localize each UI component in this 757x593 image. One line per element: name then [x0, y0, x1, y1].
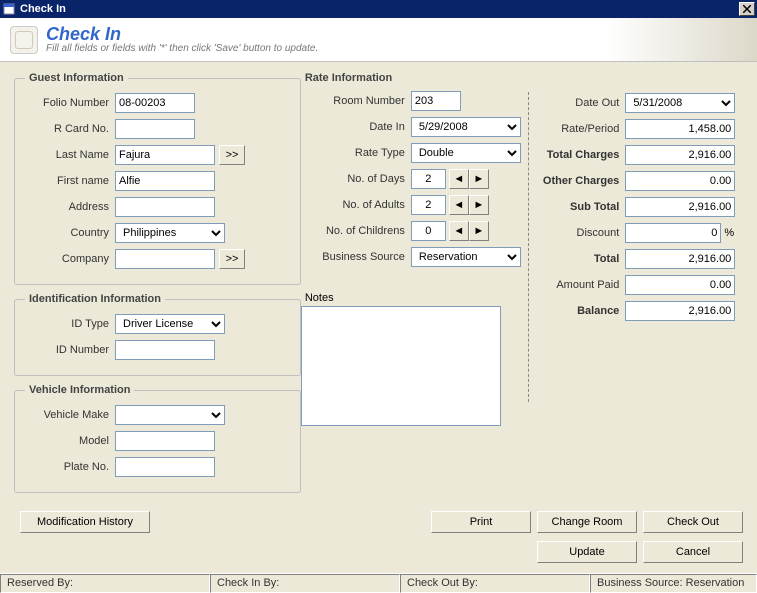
vmake-label: Vehicle Make — [25, 409, 115, 421]
total-input[interactable] — [625, 249, 735, 269]
total-label: Total — [535, 253, 625, 265]
balance-label: Balance — [535, 305, 625, 317]
dateout-select[interactable]: 5/31/2008 — [625, 93, 735, 113]
totalcharges-label: Total Charges — [535, 149, 625, 161]
change-room-button[interactable]: Change Room — [537, 511, 637, 533]
status-reserved-by: Reserved By: — [0, 574, 210, 593]
guest-info-group: Guest Information Folio Number R Card No… — [14, 72, 301, 285]
idnumber-label: ID Number — [25, 344, 115, 356]
update-button[interactable]: Update — [537, 541, 637, 563]
dateout-label: Date Out — [535, 97, 625, 109]
lastname-label: Last Name — [25, 149, 115, 161]
vehicle-info-group: Vehicle Information Vehicle Make Model P… — [14, 384, 301, 493]
address-input[interactable] — [115, 197, 215, 217]
ratetype-label: Rate Type — [301, 147, 411, 159]
datein-label: Date In — [301, 121, 411, 133]
close-icon — [743, 5, 751, 13]
subtotal-label: Sub Total — [535, 201, 625, 213]
amountpaid-input[interactable] — [625, 275, 735, 295]
balance-input[interactable] — [625, 301, 735, 321]
status-bar: Reserved By: Check In By: Check Out By: … — [0, 573, 757, 593]
idtype-select[interactable]: Driver License — [115, 314, 225, 334]
rateperiod-input[interactable] — [625, 119, 735, 139]
vmake-select[interactable] — [115, 405, 225, 425]
percent-symbol: % — [724, 227, 734, 239]
days-input[interactable] — [411, 169, 446, 189]
company-label: Company — [25, 253, 115, 265]
children-inc-button[interactable]: ► — [469, 221, 489, 241]
window-titlebar: Check In — [0, 0, 757, 18]
company-lookup-button[interactable]: >> — [219, 249, 245, 269]
days-dec-button[interactable]: ◄ — [449, 169, 469, 189]
main-content: Guest Information Folio Number R Card No… — [0, 62, 757, 505]
model-input[interactable] — [115, 431, 215, 451]
ratetype-select[interactable]: Double — [411, 143, 521, 163]
status-checkout-by: Check Out By: — [400, 574, 590, 593]
discount-input[interactable] — [625, 223, 721, 243]
page-title: Check In — [46, 25, 318, 43]
country-label: Country — [25, 227, 115, 239]
amountpaid-link[interactable]: Amount Paid — [535, 279, 625, 291]
cancel-button[interactable]: Cancel — [643, 541, 743, 563]
room-label: Room Number — [301, 95, 411, 107]
ident-info-group: Identification Information ID Type Drive… — [14, 293, 301, 376]
adults-inc-button[interactable]: ► — [469, 195, 489, 215]
room-input[interactable] — [411, 91, 461, 111]
firstname-label: First name — [25, 175, 115, 187]
bsource-label: Business Source — [301, 251, 411, 263]
header-logo-icon — [10, 26, 38, 54]
model-label: Model — [25, 435, 115, 447]
guest-info-legend: Guest Information — [25, 72, 128, 84]
check-out-button[interactable]: Check Out — [643, 511, 743, 533]
idtype-label: ID Type — [25, 318, 115, 330]
modification-history-button[interactable]: Modification History — [20, 511, 150, 533]
adults-dec-button[interactable]: ◄ — [449, 195, 469, 215]
plate-label: Plate No. — [25, 461, 115, 473]
folio-input[interactable] — [115, 93, 195, 113]
rcard-input[interactable] — [115, 119, 195, 139]
datein-select[interactable]: 5/29/2008 — [411, 117, 521, 137]
bottom-bar-1: Modification History Print Change Room C… — [0, 505, 757, 541]
page-subtitle: Fill all fields or fields with '*' then … — [46, 43, 318, 54]
rate-info-legend: Rate Information — [305, 72, 528, 84]
adults-label: No. of Adults — [301, 199, 411, 211]
children-input[interactable] — [411, 221, 446, 241]
header-banner: Check In Fill all fields or fields with … — [0, 18, 757, 62]
subtotal-input[interactable] — [625, 197, 735, 217]
rateperiod-link[interactable]: Rate/Period — [535, 123, 625, 135]
totalcharges-input[interactable] — [625, 145, 735, 165]
app-icon — [2, 2, 16, 16]
bsource-select[interactable]: Reservation — [411, 247, 521, 267]
window-title: Check In — [20, 3, 66, 15]
othercharges-link[interactable]: Other Charges — [535, 175, 625, 187]
children-dec-button[interactable]: ◄ — [449, 221, 469, 241]
vehicle-info-legend: Vehicle Information — [25, 384, 134, 396]
status-business-source: Business Source: Reservation — [590, 574, 757, 593]
lastname-input[interactable] — [115, 145, 215, 165]
country-select[interactable]: Philippines — [115, 223, 225, 243]
othercharges-input[interactable] — [625, 171, 735, 191]
children-label: No. of Childrens — [301, 225, 411, 237]
days-inc-button[interactable]: ► — [469, 169, 489, 189]
adults-input[interactable] — [411, 195, 446, 215]
notes-label: Notes — [305, 292, 528, 304]
window-close-button[interactable] — [739, 2, 755, 16]
days-label: No. of Days — [301, 173, 411, 185]
address-label: Address — [25, 201, 115, 213]
status-checkin-by: Check In By: — [210, 574, 400, 593]
notes-textarea[interactable] — [301, 306, 501, 426]
lastname-lookup-button[interactable]: >> — [219, 145, 245, 165]
ident-info-legend: Identification Information — [25, 293, 165, 305]
bottom-bar-2: Update Cancel — [0, 541, 757, 573]
vertical-separator — [528, 92, 529, 402]
firstname-input[interactable] — [115, 171, 215, 191]
idnumber-input[interactable] — [115, 340, 215, 360]
discount-label: Discount — [535, 227, 625, 239]
plate-input[interactable] — [115, 457, 215, 477]
folio-label: Folio Number — [25, 97, 115, 109]
rcard-label: R Card No. — [25, 123, 115, 135]
print-button[interactable]: Print — [431, 511, 531, 533]
company-input[interactable] — [115, 249, 215, 269]
